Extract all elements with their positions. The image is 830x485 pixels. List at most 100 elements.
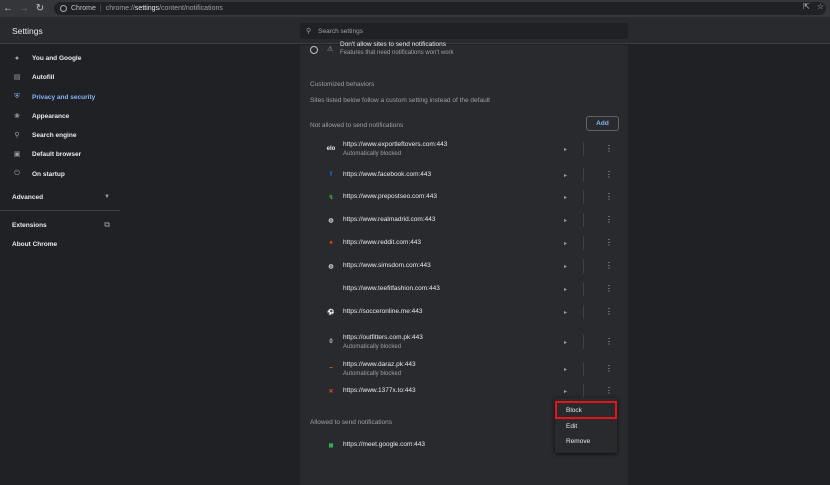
chevron-right-icon[interactable]: ▸ [564,286,567,293]
site-row[interactable]: ~ https://www.daraz.pk:443 Automatically b… [300,357,628,379]
sidebar-item-you-and-google[interactable]: ● You and Google [0,50,120,66]
search-icon: ⚲ [14,132,20,139]
site-row[interactable]: elo https://www.exportleftovers.com:443 Au… [300,137,628,159]
customized-desc: Sites listed below follow a custom setti… [310,97,490,104]
row-separator [583,168,584,182]
address-chrome-label: Chrome [71,5,96,12]
site-row[interactable]: ⚽ https://socceronline.me:443 ▸ ⋮ [300,302,628,324]
site-row[interactable]: 0 https://outfitters.com.pk:443 Automatica… [300,330,628,352]
sidebar-item-autofill[interactable]: ▤ Autofill [0,69,120,85]
menu-item-edit[interactable]: Edit [555,419,617,434]
more-actions-icon[interactable]: ⋮ [605,145,613,153]
blocked-title: Not allowed to send notifications [310,122,404,129]
back-icon[interactable]: ← [0,0,16,17]
row-separator [583,190,584,204]
row-separator [583,259,584,273]
site-row[interactable]: ↯ https://www.prepostseo.com:443 ▸ ⋮ [300,187,628,209]
chevron-right-icon[interactable]: ▸ [564,339,567,346]
site-status: Automatically blocked [343,371,402,377]
site-row[interactable]: f https://www.facebook.com:443 ▸ ⋮ [300,165,628,187]
site-url: https://www.simsdom.com:443 [343,262,431,269]
site-favicon-icon: ~ [329,366,333,372]
site-favicon-icon: elo [326,146,336,152]
sidebar-item-label: On startup [32,170,65,178]
url-prefix: chrome:// [105,5,135,12]
chevron-right-icon[interactable]: ▸ [564,146,567,153]
row-separator [583,335,584,349]
sidebar-extensions[interactable]: Extensions ⧉ [0,217,120,233]
site-row[interactable]: https://www.teefitfashion.com:443 ▸ ⋮ [300,279,628,301]
advanced-label: Advanced [12,193,44,201]
bookmark-star-icon[interactable]: ☆ [817,2,824,11]
site-context-menu: Block Edit Remove [555,398,617,453]
site-row[interactable]: ● https://www.reddit.com:443 ▸ ⋮ [300,233,628,255]
sidebar-item-on-startup[interactable]: ⏻ On startup [0,166,120,182]
allowed-title: Allowed to send notifications [310,419,393,426]
bell-off-icon: ⚠ [327,46,334,53]
more-actions-icon[interactable]: ⋮ [605,338,613,346]
row-separator [583,362,584,376]
row-separator [583,282,584,296]
menu-item-block[interactable]: Block [555,401,617,419]
menu-item-remove[interactable]: Remove [555,434,617,449]
search-input[interactable]: ⚲ Search settings [300,23,628,39]
site-status: Automatically blocked [343,151,402,157]
sidebar-advanced[interactable]: Advanced ▼ [0,189,120,205]
sidebar-about-chrome[interactable]: About Chrome [0,236,120,252]
chevron-right-icon[interactable]: ▸ [564,366,567,373]
site-url: https://www.facebook.com:443 [343,171,432,178]
chevron-right-icon[interactable]: ▸ [564,240,567,247]
clipboard-icon: ▤ [13,74,21,81]
site-row[interactable]: ◍ https://www.realmadrid.com:443 ▸ ⋮ [300,210,628,232]
chevron-right-icon[interactable]: ▸ [564,217,567,224]
external-link-icon: ⧉ [104,220,110,229]
site-favicon-icon: ● [329,240,333,246]
sidebar-item-label: Privacy and security [32,93,96,101]
row-separator [583,236,584,250]
site-favicon-icon: ◍ [328,217,334,224]
more-actions-icon[interactable]: ⋮ [605,387,613,395]
sidebar-item-privacy[interactable]: ⛨ Privacy and security [0,89,120,105]
settings-header: Settings ⚲ Search settings [0,17,830,44]
chevron-right-icon[interactable]: ▸ [564,388,567,395]
site-row[interactable]: ◍ https://www.simsdom.com:443 ▸ ⋮ [300,256,628,278]
chevron-right-icon[interactable]: ▸ [564,263,567,270]
address-bar[interactable]: Chrome | chrome://settings/content/notif… [54,2,826,15]
more-actions-icon[interactable]: ⋮ [605,171,613,179]
more-actions-icon[interactable]: ⋮ [605,193,613,201]
site-url: https://www.realmadrid.com:443 [343,216,436,223]
sidebar-item-label: You and Google [32,54,82,62]
site-url: https://outfitters.com.pk:443 [343,334,423,341]
site-url: https://www.teefitfashion.com:443 [343,285,440,292]
chevron-down-icon: ▼ [104,194,110,200]
site-url: https://socceronline.me:443 [343,308,423,315]
page-title: Settings [12,26,43,36]
forward-icon[interactable]: → [16,0,32,17]
top-option-sub: Features that need notifications won't w… [340,50,454,56]
chevron-right-icon[interactable]: ▸ [564,309,567,316]
block-all-radio[interactable] [310,46,318,54]
site-url: https://www.exportleftovers.com:443 [343,141,448,148]
reload-icon[interactable]: ↻ [32,0,48,17]
more-actions-icon[interactable]: ⋮ [605,365,613,373]
site-favicon-icon [327,285,335,293]
chevron-right-icon[interactable]: ▸ [564,194,567,201]
more-actions-icon[interactable]: ⋮ [605,262,613,270]
search-placeholder: Search settings [318,27,363,35]
site-url: https://www.1377x.to:443 [343,387,416,394]
more-actions-icon[interactable]: ⋮ [605,239,613,247]
chevron-right-icon[interactable]: ▸ [564,172,567,179]
add-button[interactable]: Add [586,116,619,131]
customized-title: Customized behaviors [310,81,375,88]
more-actions-icon[interactable]: ⋮ [605,308,613,316]
sidebar-item-label: Search engine [32,131,77,139]
sidebar-item-search-engine[interactable]: ⚲ Search engine [0,127,120,143]
share-icon[interactable]: ⇱ [803,2,810,11]
sidebar-item-default-browser[interactable]: ▣ Default browser [0,146,120,162]
more-actions-icon[interactable]: ⋮ [605,285,613,293]
site-favicon-icon: ⚽ [327,309,335,316]
site-url: https://www.reddit.com:443 [343,239,422,246]
sidebar-item-appearance[interactable]: ❀ Appearance [0,108,120,124]
sidebar-item-label: Autofill [32,73,55,81]
more-actions-icon[interactable]: ⋮ [605,216,613,224]
